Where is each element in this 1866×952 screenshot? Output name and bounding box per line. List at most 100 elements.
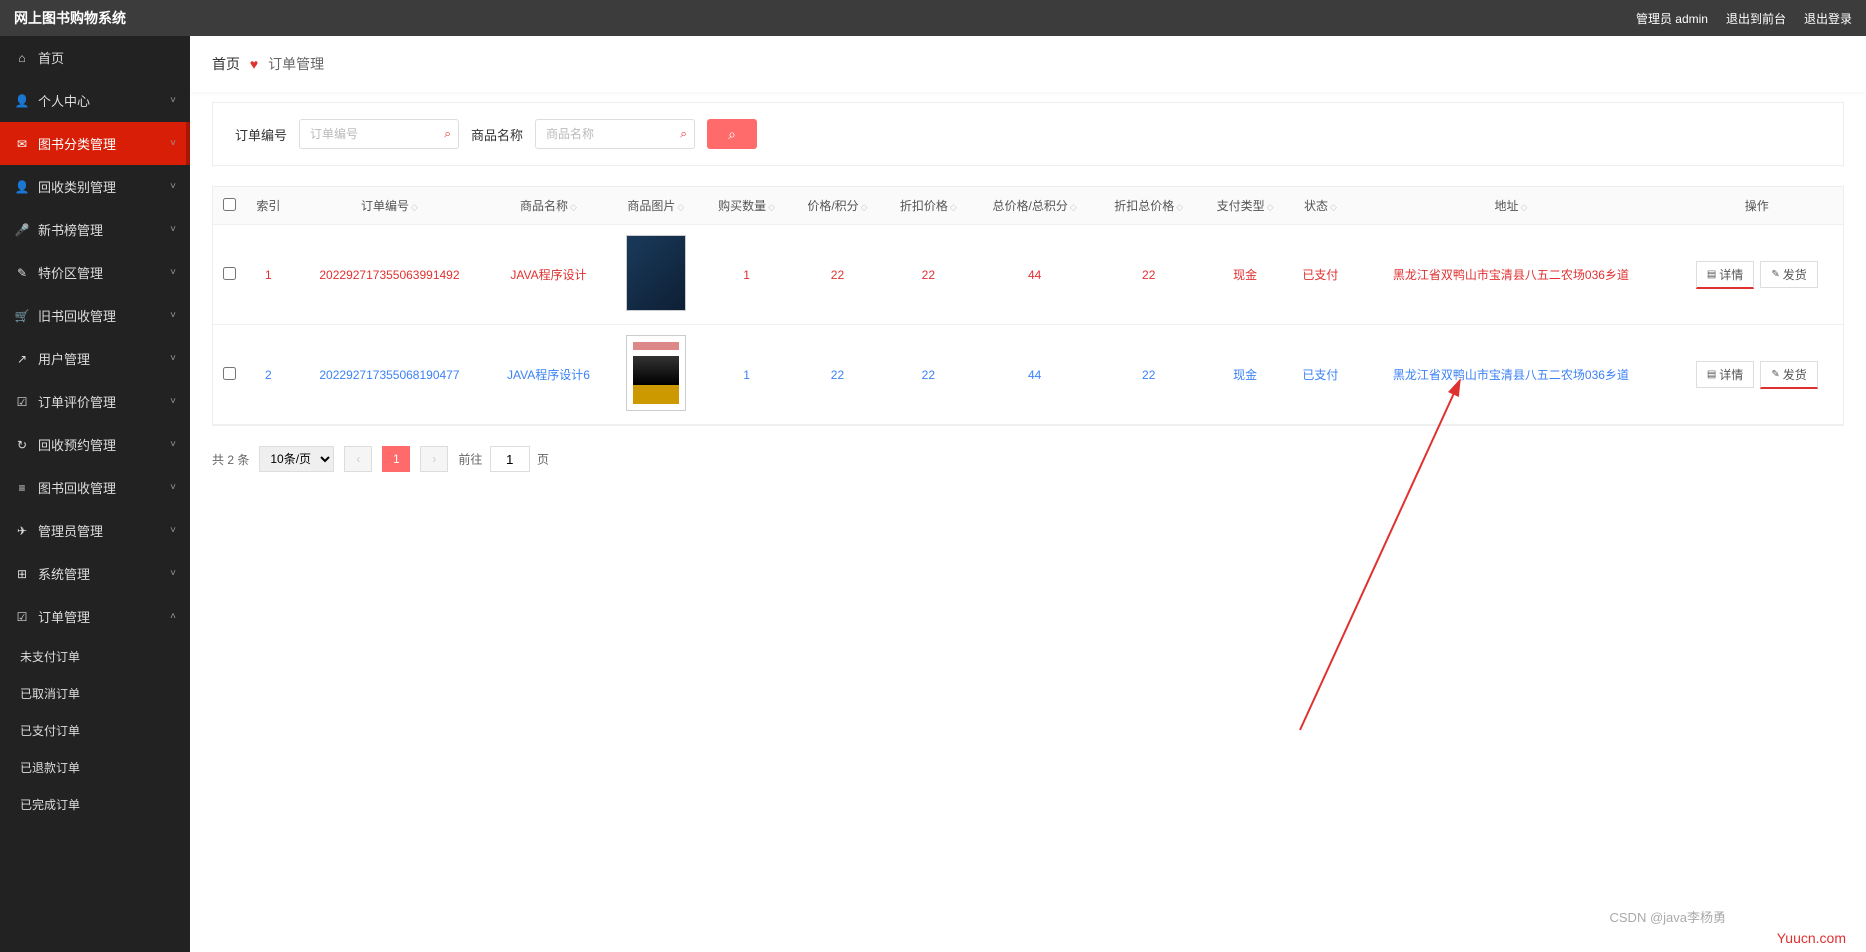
search-button[interactable]: ⌕ <box>707 119 757 149</box>
cell-image <box>610 225 703 325</box>
ship-button[interactable]: ✎发货 <box>1760 361 1817 389</box>
cell-total: 44 <box>973 225 1097 325</box>
sidebar-item-4[interactable]: 🎤新书榜管理˅ <box>0 208 190 251</box>
menu-icon: ☑ <box>14 610 30 624</box>
col-header[interactable]: 商品图片◇ <box>610 187 703 225</box>
sidebar-item-label: 图书回收管理 <box>38 478 116 497</box>
sidebar-subitem-1[interactable]: 已取消订单 <box>0 675 190 712</box>
sort-icon: ◇ <box>1176 202 1183 212</box>
cell-pay-type: 现金 <box>1201 325 1290 425</box>
book-thumbnail <box>626 335 686 411</box>
sidebar-item-5[interactable]: ✎ 特价区管理 ˅ <box>0 251 190 294</box>
chevron-down-icon: ˅ <box>170 267 176 278</box>
page-1-button[interactable]: 1 <box>382 446 410 472</box>
chevron-down-icon: ˅ <box>170 482 176 493</box>
orders-table: 索引订单编号◇商品名称◇商品图片◇购买数量◇价格/积分◇折扣价格◇总价格/总积分… <box>212 186 1844 426</box>
sidebar-item-label: 旧书回收管理 <box>38 306 116 325</box>
detail-button[interactable]: ▤详情 <box>1696 261 1754 289</box>
sidebar-item-0[interactable]: ⌂首页 <box>0 36 190 79</box>
cell-price: 22 <box>791 225 884 325</box>
next-page-button[interactable]: › <box>420 446 448 472</box>
col-header[interactable]: 状态◇ <box>1290 187 1352 225</box>
cell-total: 44 <box>973 325 1097 425</box>
chevron-down-icon: ˅ <box>170 525 176 536</box>
col-header[interactable]: 折扣总价格◇ <box>1097 187 1201 225</box>
sidebar-subitem-3[interactable]: 已退款订单 <box>0 749 190 786</box>
goto-page-input[interactable] <box>490 446 530 472</box>
top-header: 网上图书购物系统 管理员 admin 退出到前台 退出登录 <box>0 0 1866 36</box>
col-header[interactable]: 操作 <box>1671 187 1843 225</box>
menu-icon: ✎ <box>14 266 30 280</box>
sort-icon: ◇ <box>1070 202 1077 212</box>
sidebar-subitem-2[interactable]: 已支付订单 <box>0 712 190 749</box>
sidebar-item-3[interactable]: 👤回收类别管理˅ <box>0 165 190 208</box>
cell-pay-type: 现金 <box>1201 225 1290 325</box>
sidebar-item-11[interactable]: ✈管理员管理˅ <box>0 509 190 552</box>
breadcrumb: 首页 ♥ 订单管理 <box>190 36 1866 92</box>
sidebar-item-9[interactable]: ↻回收预约管理˅ <box>0 423 190 466</box>
sort-icon: ◇ <box>1267 202 1274 212</box>
sidebar-item-12[interactable]: ⊞系统管理˅ <box>0 552 190 595</box>
sidebar-item-2[interactable]: ✉图书分类管理˅ <box>0 122 190 165</box>
table-row: 1202292717355063991492JAVA程序设计122224422现… <box>213 225 1843 325</box>
chevron-down-icon: ˅ <box>170 353 176 364</box>
menu-icon: ☑ <box>14 395 30 409</box>
sidebar-item-7[interactable]: ↗用户管理˅ <box>0 337 190 380</box>
search-icon: ⌕ <box>680 127 687 142</box>
logout-link[interactable]: 退出登录 <box>1804 10 1852 27</box>
cell-qty: 1 <box>702 325 791 425</box>
sidebar-subitem-4[interactable]: 已完成订单 <box>0 786 190 823</box>
order-no-label: 订单编号 <box>235 125 287 144</box>
total-count: 共 2 条 <box>212 451 249 468</box>
col-header[interactable]: 订单编号◇ <box>292 187 488 225</box>
col-header[interactable]: 购买数量◇ <box>702 187 791 225</box>
col-header[interactable]: 支付类型◇ <box>1201 187 1290 225</box>
sort-icon: ◇ <box>861 202 868 212</box>
order-no-input[interactable] <box>299 119 459 149</box>
admin-label[interactable]: 管理员 admin <box>1636 10 1708 27</box>
page-size-select[interactable]: 10条/页 <box>259 446 334 472</box>
back-to-front-link[interactable]: 退出到前台 <box>1726 10 1786 27</box>
row-checkbox[interactable] <box>223 267 236 280</box>
product-name-input[interactable] <box>535 119 695 149</box>
chevron-down-icon: ˅ <box>170 95 176 106</box>
menu-icon: ↻ <box>14 438 30 452</box>
col-header[interactable]: 折扣价格◇ <box>884 187 973 225</box>
sort-icon: ◇ <box>570 202 577 212</box>
detail-button[interactable]: ▤详情 <box>1696 361 1754 388</box>
menu-icon: 👤 <box>14 180 30 194</box>
chevron-down-icon: ˅ <box>170 138 176 149</box>
col-header[interactable]: 总价格/总积分◇ <box>973 187 1097 225</box>
cell-discount-total: 22 <box>1097 225 1201 325</box>
select-all-checkbox[interactable] <box>223 198 236 211</box>
cell-product-name: JAVA程序设计6 <box>487 325 609 425</box>
main-content: 首页 ♥ 订单管理 订单编号 ⌕ 商品名称 ⌕ ⌕ 索引订单编号◇商品名称◇商品… <box>190 36 1866 952</box>
cell-discount: 22 <box>884 325 973 425</box>
cell-idx: 1 <box>245 225 291 325</box>
sidebar-item-6[interactable]: 🛒旧书回收管理˅ <box>0 294 190 337</box>
row-checkbox[interactable] <box>223 367 236 380</box>
sidebar-item-10[interactable]: ≡ 图书回收管理 ˅ <box>0 466 190 509</box>
chevron-down-icon: ˅ <box>170 396 176 407</box>
sidebar-item-8[interactable]: ☑订单评价管理˅ <box>0 380 190 423</box>
col-header[interactable]: 价格/积分◇ <box>791 187 884 225</box>
sidebar-item-1[interactable]: 👤个人中心˅ <box>0 79 190 122</box>
sort-icon: ◇ <box>1330 202 1337 212</box>
col-header[interactable]: 索引 <box>245 187 291 225</box>
app-title: 网上图书购物系统 <box>14 8 126 28</box>
ship-button[interactable]: ✎发货 <box>1760 261 1817 288</box>
sidebar-item-13[interactable]: ☑订单管理˄ <box>0 595 190 638</box>
sidebar-item-label: 个人中心 <box>38 91 90 110</box>
col-header[interactable]: 商品名称◇ <box>487 187 609 225</box>
menu-icon: ≡ <box>14 481 30 495</box>
cell-ops: ▤详情✎发货 <box>1671 325 1843 425</box>
breadcrumb-home[interactable]: 首页 <box>212 56 240 72</box>
cell-ops: ▤详情✎发货 <box>1671 225 1843 325</box>
sidebar-item-label: 特价区管理 <box>38 263 103 282</box>
sidebar-subitem-0[interactable]: 未支付订单 <box>0 638 190 675</box>
prev-page-button[interactable]: ‹ <box>344 446 372 472</box>
col-header[interactable]: 地址◇ <box>1351 187 1670 225</box>
cell-order-no: 202292717355063991492 <box>292 225 488 325</box>
cell-price: 22 <box>791 325 884 425</box>
search-icon: ⌕ <box>444 127 451 142</box>
